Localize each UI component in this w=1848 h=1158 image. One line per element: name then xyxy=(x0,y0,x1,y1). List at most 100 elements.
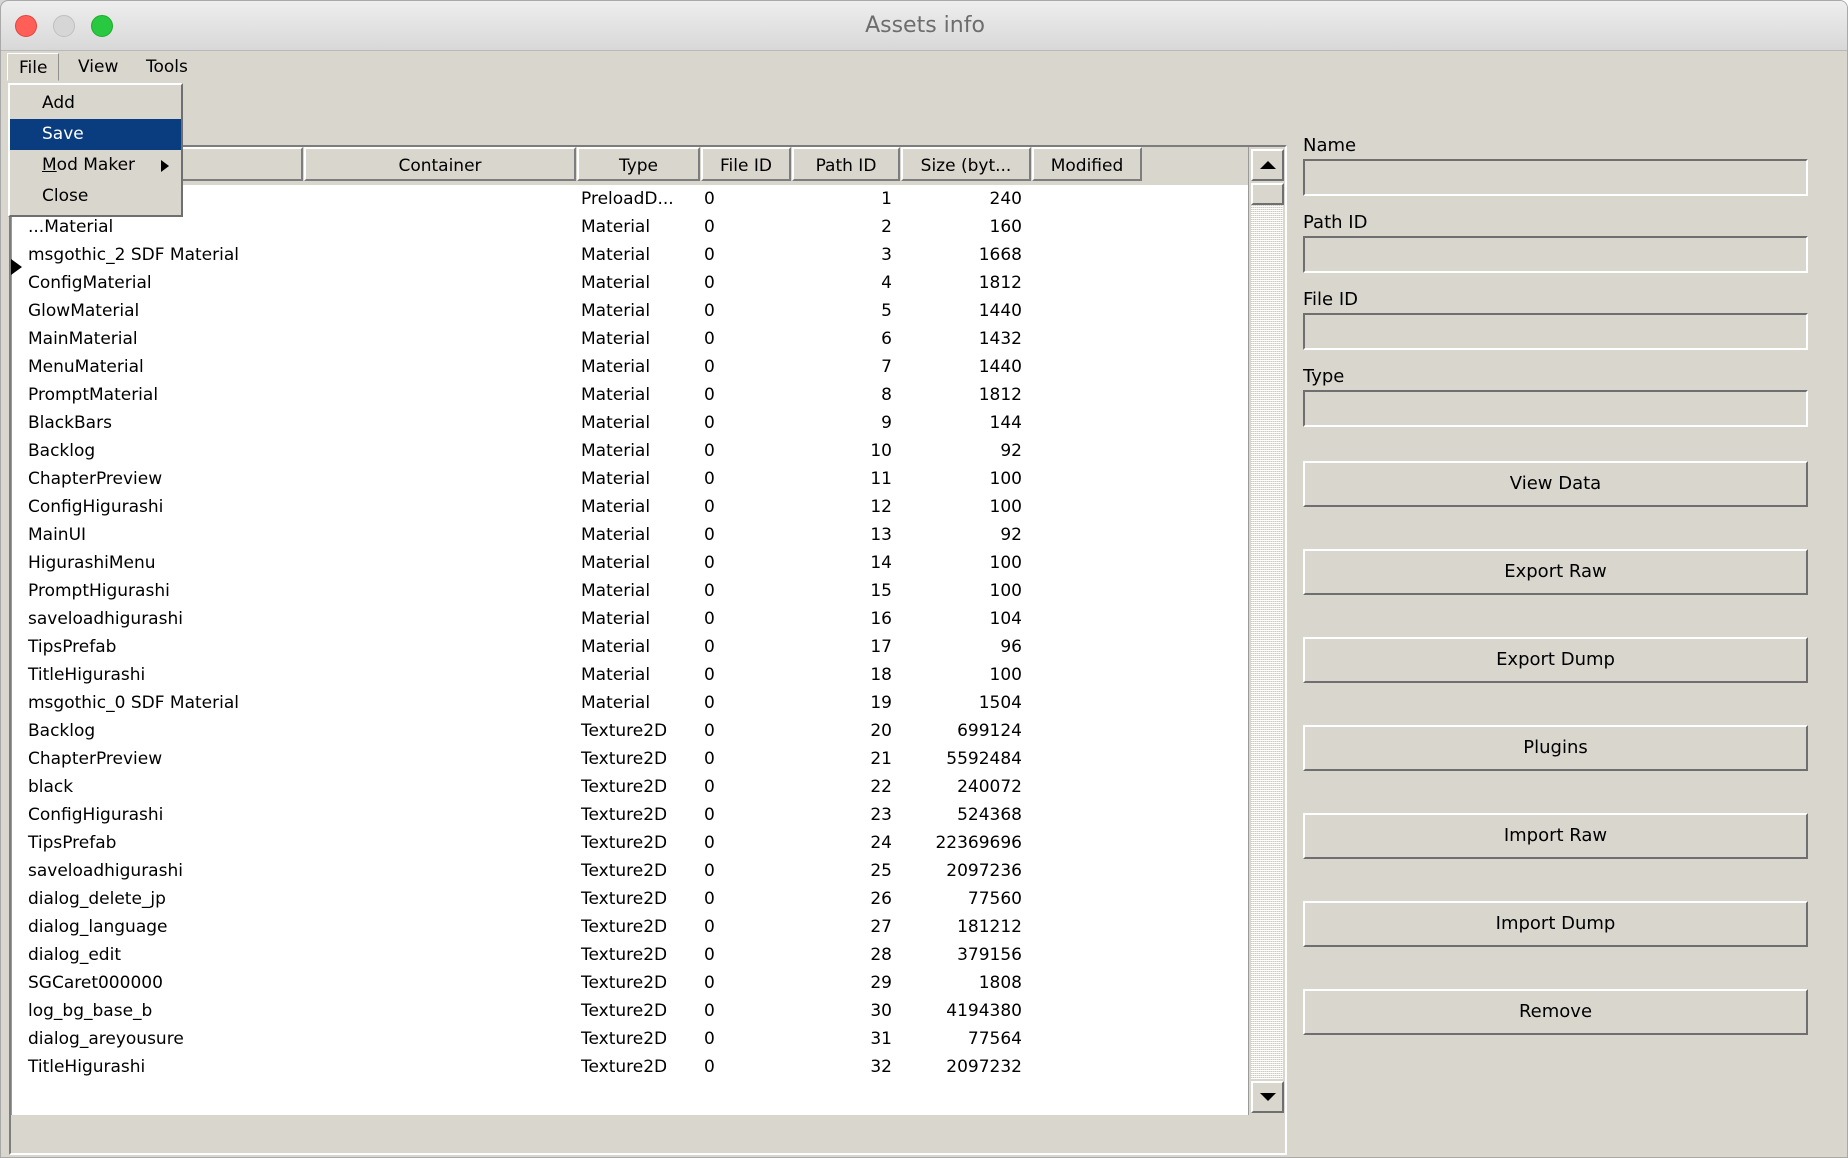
asset-list-scrollbar[interactable] xyxy=(1248,147,1285,1115)
table-row[interactable]: MainMaterialMaterial061432 xyxy=(12,325,1248,353)
table-row[interactable]: msgothic_0 SDF MaterialMaterial0191504 xyxy=(12,689,1248,717)
cell-name: msgothic_0 SDF Material xyxy=(12,689,304,717)
remove-button[interactable]: Remove xyxy=(1303,989,1808,1035)
table-row[interactable]: MainUIMaterial01392 xyxy=(12,521,1248,549)
cell-name: ConfigHigurashi xyxy=(12,801,304,829)
table-row[interactable]: GlowMaterialMaterial051440 xyxy=(12,297,1248,325)
scroll-up-button[interactable] xyxy=(1251,149,1284,181)
cell-type: Texture2D xyxy=(576,801,699,829)
menubar: File View Tools xyxy=(1,51,1848,83)
table-row[interactable]: MenuMaterialMaterial071440 xyxy=(12,353,1248,381)
table-row[interactable]: BacklogMaterial01092 xyxy=(12,437,1248,465)
cell-file-id: 0 xyxy=(699,717,789,745)
table-row[interactable]: dialog_languageTexture2D027181212 xyxy=(12,913,1248,941)
cell-container xyxy=(304,493,576,521)
menu-item-add[interactable]: Add xyxy=(10,88,181,119)
cell-size: 100 xyxy=(897,577,1027,605)
table-row[interactable]: dialog_delete_jpTexture2D02677560 xyxy=(12,885,1248,913)
cell-container xyxy=(304,465,576,493)
scroll-down-button[interactable] xyxy=(1251,1081,1284,1113)
cell-name: ChapterPreview xyxy=(12,465,304,493)
import-raw-button[interactable]: Import Raw xyxy=(1303,813,1808,859)
cell-container xyxy=(304,241,576,269)
cell-size: 77560 xyxy=(897,885,1027,913)
table-row[interactable]: dialog_editTexture2D028379156 xyxy=(12,941,1248,969)
cell-type: Texture2D xyxy=(576,969,699,997)
cell-file-id: 0 xyxy=(699,997,789,1025)
cell-size: 100 xyxy=(897,493,1027,521)
table-row[interactable]: PromptHigurashiMaterial015100 xyxy=(12,577,1248,605)
menu-tools[interactable]: Tools xyxy=(135,53,199,81)
export-raw-button[interactable]: Export Raw xyxy=(1303,549,1808,595)
table-row[interactable]: ConfigHigurashiMaterial012100 xyxy=(12,493,1248,521)
type-field[interactable] xyxy=(1303,390,1808,427)
cell-type: Material xyxy=(576,493,699,521)
table-row[interactable]: TitleHigurashiMaterial018100 xyxy=(12,661,1248,689)
column-header-container[interactable]: Container xyxy=(304,147,576,181)
table-row[interactable]: BlackBarsMaterial09144 xyxy=(12,409,1248,437)
cell-name: saveloadhigurashi xyxy=(12,857,304,885)
cell-size: 144 xyxy=(897,409,1027,437)
cell-container xyxy=(304,801,576,829)
table-row[interactable]: HigurashiMenuMaterial014100 xyxy=(12,549,1248,577)
cell-type: Material xyxy=(576,381,699,409)
table-row[interactable]: SGCaret000000Texture2D0291808 xyxy=(12,969,1248,997)
column-header-size[interactable]: Size (byt... xyxy=(901,147,1031,181)
table-row[interactable]: ChapterPreviewMaterial011100 xyxy=(12,465,1248,493)
cell-name: dialog_language xyxy=(12,913,304,941)
column-header-type[interactable]: Type xyxy=(577,147,700,181)
row-marker-icon xyxy=(11,259,22,275)
column-header-modified[interactable]: Modified xyxy=(1032,147,1142,181)
table-row[interactable]: msgothic_2 SDF MaterialMaterial031668 xyxy=(12,241,1248,269)
cell-type: Material xyxy=(576,633,699,661)
cell-name: msgothic_2 SDF Material xyxy=(12,241,304,269)
table-row[interactable]: ...MaterialMaterial02160 xyxy=(12,213,1248,241)
table-row[interactable]: TitleHigurashiTexture2D0322097232 xyxy=(12,1053,1248,1081)
cell-name: ChapterPreview xyxy=(12,745,304,773)
cell-file-id: 0 xyxy=(699,1053,789,1081)
export-dump-button[interactable]: Export Dump xyxy=(1303,637,1808,683)
window-title: Assets info xyxy=(1,1,1848,51)
import-dump-button[interactable]: Import Dump xyxy=(1303,901,1808,947)
cell-name: HigurashiMenu xyxy=(12,549,304,577)
view-data-button[interactable]: View Data xyxy=(1303,461,1808,507)
table-row[interactable]: TipsPrefabTexture2D02422369696 xyxy=(12,829,1248,857)
cell-modified xyxy=(1027,325,1137,353)
cell-path-id: 7 xyxy=(789,353,897,381)
cell-container xyxy=(304,269,576,297)
file-id-field[interactable] xyxy=(1303,313,1808,350)
cell-size: 96 xyxy=(897,633,1027,661)
table-row[interactable]: BacklogTexture2D020699124 xyxy=(12,717,1248,745)
column-header-path-id[interactable]: Path ID xyxy=(792,147,900,181)
scrollbar-track[interactable] xyxy=(1251,183,1283,1079)
table-row[interactable]: saveloadhigurashiTexture2D0252097236 xyxy=(12,857,1248,885)
table-row[interactable]: ConfigMaterialMaterial041812 xyxy=(12,269,1248,297)
table-row[interactable]: saveloadhigurashiMaterial016104 xyxy=(12,605,1248,633)
cell-modified xyxy=(1027,521,1137,549)
table-row[interactable]: ConfigHigurashiTexture2D023524368 xyxy=(12,801,1248,829)
asset-list-body[interactable]: ...setPreloadD...01240...MaterialMateria… xyxy=(11,185,1248,1115)
path-id-field[interactable] xyxy=(1303,236,1808,273)
cell-size: 1668 xyxy=(897,241,1027,269)
table-row[interactable]: PromptMaterialMaterial081812 xyxy=(12,381,1248,409)
table-row[interactable]: log_bg_base_bTexture2D0304194380 xyxy=(12,997,1248,1025)
menu-item-mod-maker[interactable]: Mod Maker xyxy=(10,150,181,181)
table-row[interactable]: ChapterPreviewTexture2D0215592484 xyxy=(12,745,1248,773)
menu-item-close[interactable]: Close xyxy=(10,181,181,212)
table-row[interactable]: dialog_areyousureTexture2D03177564 xyxy=(12,1025,1248,1053)
plugins-button[interactable]: Plugins xyxy=(1303,725,1808,771)
column-header-file-id[interactable]: File ID xyxy=(701,147,791,181)
cell-modified xyxy=(1027,913,1137,941)
name-field[interactable] xyxy=(1303,159,1808,196)
cell-name: GlowMaterial xyxy=(12,297,304,325)
cell-container xyxy=(304,185,576,213)
table-row[interactable]: TipsPrefabMaterial01796 xyxy=(12,633,1248,661)
cell-type: Texture2D xyxy=(576,941,699,969)
table-row[interactable]: ...setPreloadD...01240 xyxy=(12,185,1248,213)
table-row[interactable]: blackTexture2D022240072 xyxy=(12,773,1248,801)
menu-file[interactable]: File xyxy=(7,53,59,81)
scrollbar-thumb[interactable] xyxy=(1251,183,1284,205)
menu-item-save[interactable]: Save xyxy=(10,119,181,150)
cell-file-id: 0 xyxy=(699,941,789,969)
menu-view[interactable]: View xyxy=(67,53,129,81)
